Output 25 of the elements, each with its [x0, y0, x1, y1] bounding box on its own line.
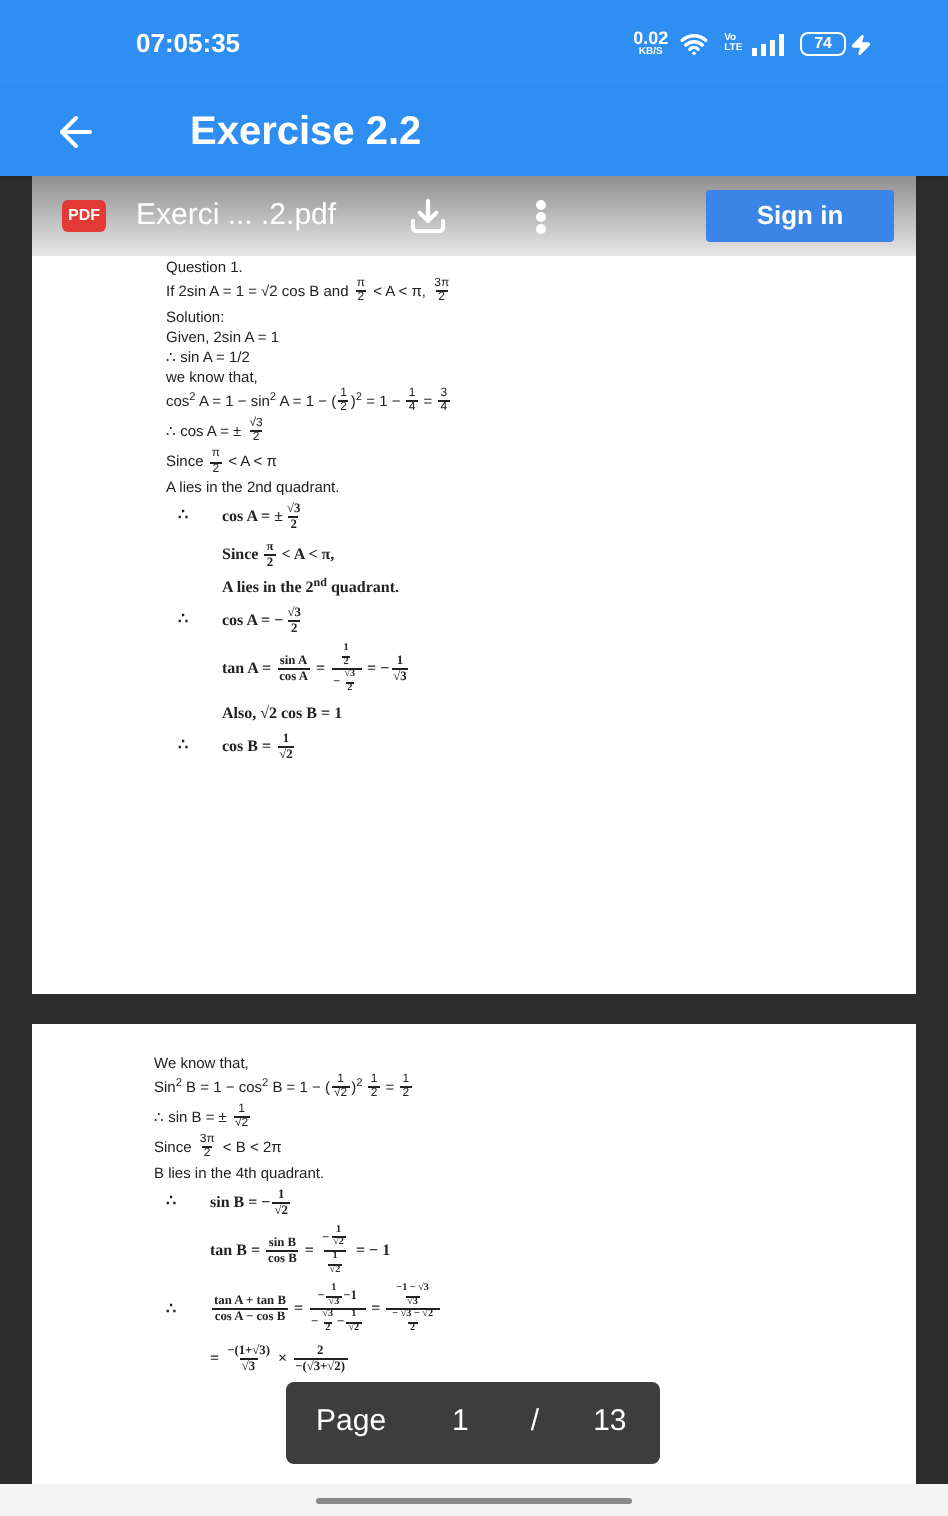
download-icon — [408, 196, 449, 236]
current-page: 1 — [452, 1402, 469, 1443]
more-vertical-icon — [536, 199, 547, 233]
page-separator: / — [530, 1402, 540, 1443]
pdf-badge: PDF — [62, 200, 106, 232]
therefore-symbol: ∴ — [166, 1299, 176, 1318]
therefore-symbol: ∴ — [166, 1192, 176, 1211]
battery-level: 74 — [800, 32, 846, 56]
therefore-symbol: ∴ — [178, 610, 188, 629]
network-speed: 0.02 — [633, 30, 669, 48]
clock-time: 07:05:35 — [136, 26, 241, 63]
wifi-icon — [680, 30, 709, 58]
math-line: Also, √2 cos B = 1 — [222, 703, 343, 724]
gesture-bar[interactable] — [316, 1497, 632, 1503]
more-options-button[interactable] — [536, 199, 547, 233]
total-pages: 13 — [593, 1402, 627, 1443]
screen-title: Exercise 2.2 — [190, 108, 422, 158]
therefore-symbol: ∴ — [178, 736, 188, 755]
signal-icon — [752, 33, 785, 55]
therefore-symbol: ∴ — [178, 506, 188, 525]
page-label: Page — [316, 1402, 387, 1443]
math-line: A lies in the 2$^{nd}$ quadrant. — [222, 577, 399, 598]
sign-in-button[interactable]: Sign in — [706, 190, 894, 242]
download-button[interactable] — [408, 196, 449, 236]
file-name: Exerci ... .2.pdf — [136, 195, 337, 236]
